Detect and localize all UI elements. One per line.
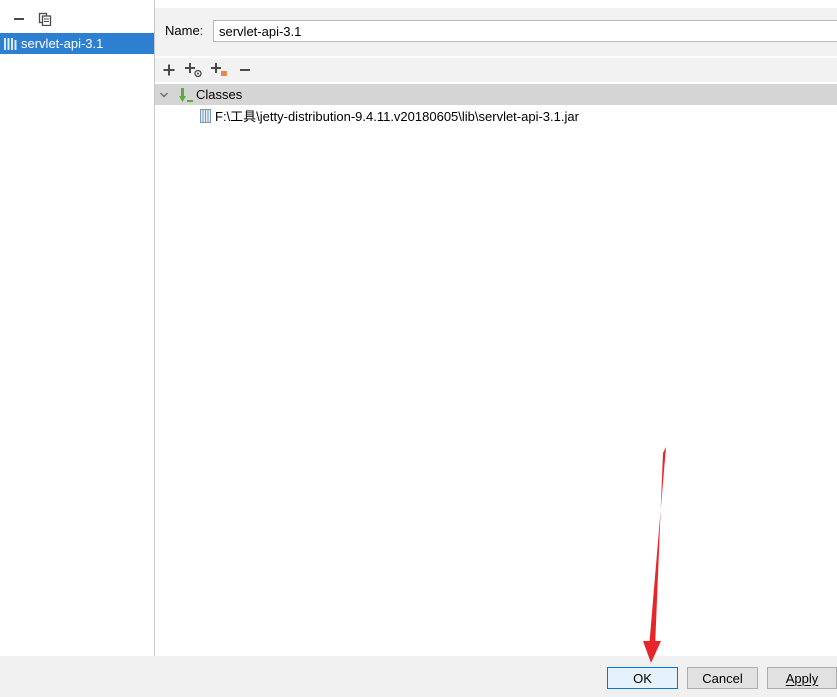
name-label: Name: <box>165 23 204 38</box>
classes-root-icon <box>179 87 193 102</box>
library-name-input[interactable] <box>213 20 837 42</box>
attach-url-button[interactable] <box>184 59 204 81</box>
minus-icon <box>240 69 250 71</box>
library-item-label: servlet-api-3.1 <box>21 36 104 51</box>
tree-node-classes[interactable]: Classes <box>155 84 837 105</box>
copy-icon <box>38 12 52 26</box>
library-roots-tree: Classes F:\工具\jetty-distribution-9.4.11.… <box>155 83 837 656</box>
apply-button[interactable]: Apply <box>767 667 837 689</box>
tree-node-jar[interactable]: F:\工具\jetty-distribution-9.4.11.v2018060… <box>155 105 837 126</box>
plus-folder-icon <box>211 63 227 76</box>
add-jar-directory-button[interactable] <box>210 59 230 81</box>
library-icon <box>4 37 17 50</box>
remove-root-button[interactable] <box>235 59 255 81</box>
chevron-down-icon[interactable] <box>158 89 170 101</box>
dialog-button-bar: OK Cancel Apply <box>0 656 837 697</box>
ok-button-label: OK <box>633 670 652 686</box>
plus-icon <box>163 64 175 76</box>
add-root-button[interactable] <box>159 59 179 81</box>
minus-icon <box>14 18 24 20</box>
apply-button-label: Apply <box>785 670 819 686</box>
project-structure-libraries-dialog: servlet-api-3.1 Name: servlet-api-3.1 Cl… <box>0 0 837 697</box>
library-roots-toolbar <box>155 58 837 82</box>
plus-link-icon <box>185 63 202 78</box>
cancel-button-label: Cancel <box>702 670 743 686</box>
library-list-panel: servlet-api-3.1 <box>0 0 155 656</box>
remove-library-button[interactable] <box>9 8 29 30</box>
ok-button[interactable]: OK <box>607 667 678 689</box>
copy-library-button[interactable] <box>35 8 55 30</box>
tree-node-label: Classes <box>196 87 243 102</box>
jar-path-label: F:\工具\jetty-distribution-9.4.11.v2018060… <box>215 109 579 124</box>
library-list-toolbar <box>0 8 154 32</box>
library-item-servlet-api[interactable]: servlet-api-3.1 <box>0 33 154 54</box>
library-name-row: Name: <box>155 8 837 56</box>
cancel-button[interactable]: Cancel <box>687 667 758 689</box>
jar-file-icon <box>200 108 211 123</box>
